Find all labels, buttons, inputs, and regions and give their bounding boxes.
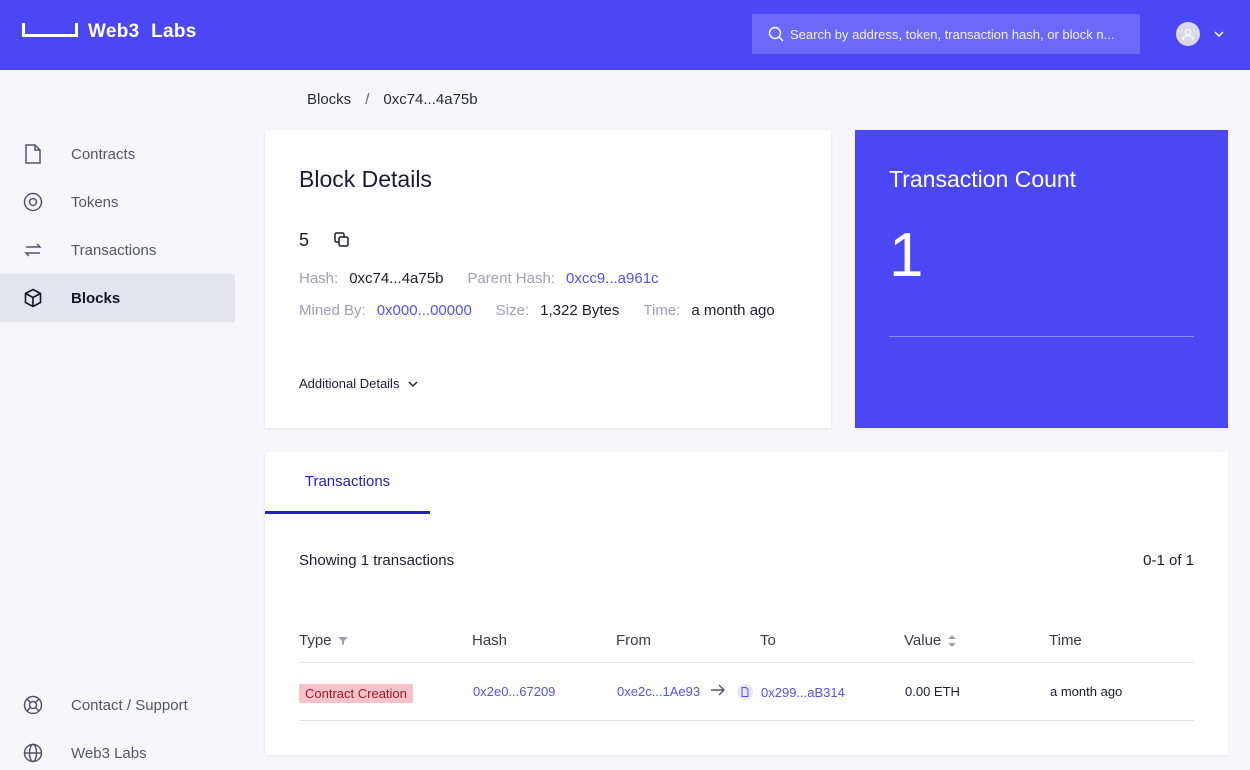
- additional-details-label: Additional Details: [299, 376, 400, 391]
- block-details-title: Block Details: [299, 166, 432, 192]
- parent-hash-link[interactable]: 0xcc9...a961c: [566, 270, 659, 287]
- row-to-link: 0x299...aB314: [761, 684, 845, 700]
- brand-name: Web3 Labs: [88, 21, 197, 42]
- mined-by-link[interactable]: 0x000...00000: [377, 302, 472, 319]
- column-header-label: To: [760, 632, 776, 649]
- time-value: a month ago: [691, 302, 775, 319]
- sidebar-item-blocks[interactable]: Blocks: [0, 274, 235, 322]
- row-value: 0.00 ETH: [905, 684, 960, 699]
- sidebar-item-web3labs[interactable]: Web3 Labs: [0, 729, 235, 770]
- document-icon: [23, 144, 43, 164]
- chevron-down-icon: [408, 381, 418, 387]
- row-to[interactable]: 0x299...aB314: [737, 684, 845, 700]
- chevron-down-icon[interactable]: [1213, 28, 1225, 40]
- mined-row: Mined By: 0x000...00000 Size: 1,322 Byte…: [299, 302, 799, 319]
- transactions-card: Transactions Showing 1 transactions 0-1 …: [265, 452, 1228, 755]
- user-icon: [1182, 28, 1194, 41]
- pagination-info: 0-1 of 1: [1143, 552, 1194, 569]
- lifebuoy-icon: [23, 695, 43, 715]
- sidebar-item-label: Contact / Support: [71, 696, 188, 714]
- sort-icon[interactable]: [947, 634, 957, 648]
- sidebar-item-label: Blocks: [71, 289, 121, 307]
- column-header-label: From: [616, 632, 651, 649]
- search-input[interactable]: Search by address, token, transaction ha…: [752, 14, 1140, 54]
- column-header-to: To: [760, 632, 776, 649]
- breadcrumb-separator: /: [365, 91, 370, 108]
- search-placeholder: Search by address, token, transaction ha…: [790, 26, 1115, 42]
- transaction-count-value: 1: [889, 221, 924, 290]
- block-number: 5: [299, 230, 310, 250]
- showing-count: Showing 1 transactions: [299, 552, 455, 569]
- hash-value: 0xc74...4a75b: [349, 270, 444, 287]
- row-type: Contract Creation: [299, 684, 413, 703]
- top-bar: Web3 Labs Search by address, token, tran…: [0, 0, 1250, 70]
- transaction-count-title: Transaction Count: [889, 166, 1077, 192]
- column-header-label: Hash: [472, 632, 508, 649]
- contract-icon: [737, 684, 753, 700]
- brand-logo[interactable]: Web3 Labs: [22, 21, 197, 43]
- sidebar-item-contracts[interactable]: Contracts: [0, 130, 235, 178]
- cube-icon: [23, 288, 43, 308]
- sidebar-item-label: Transactions: [71, 241, 157, 259]
- search-icon: [768, 26, 784, 42]
- hash-row: Hash: 0xc74...4a75b Parent Hash: 0xcc9..…: [299, 270, 683, 287]
- filter-icon[interactable]: [337, 636, 348, 646]
- column-header-label: Time: [1049, 632, 1082, 649]
- row-time: a month ago: [1050, 684, 1123, 699]
- time-label: Time:: [643, 302, 681, 319]
- column-header-value[interactable]: Value: [904, 632, 957, 649]
- token-icon: [23, 192, 43, 212]
- sidebar-item-contact-support[interactable]: Contact / Support: [0, 681, 235, 729]
- sidebar-item-label: Web3 Labs: [71, 744, 147, 762]
- mined-by-label: Mined By:: [299, 302, 366, 319]
- table-row-divider: [299, 720, 1194, 721]
- column-header-hash: Hash: [472, 632, 507, 649]
- column-header-time: Time: [1049, 632, 1082, 649]
- parent-hash-label: Parent Hash:: [467, 270, 555, 287]
- sidebar-item-transactions[interactable]: Transactions: [0, 226, 235, 274]
- sidebar-item-label: Tokens: [71, 193, 119, 211]
- column-header-from: From: [616, 632, 651, 649]
- breadcrumb-current: 0xc74...4a75b: [383, 91, 478, 108]
- globe-icon: [23, 743, 43, 763]
- arrow-right-icon: [710, 684, 726, 696]
- row-from-link[interactable]: 0xe2c...1Ae93: [617, 684, 700, 699]
- breadcrumb-blocks-link[interactable]: Blocks: [307, 91, 351, 108]
- exchange-icon: [23, 240, 43, 260]
- table-header-divider: [299, 662, 1194, 663]
- additional-details-toggle[interactable]: Additional Details: [299, 376, 419, 391]
- transaction-count-card: Transaction Count 1: [855, 130, 1228, 428]
- logo-mark-icon: [22, 23, 78, 37]
- avatar[interactable]: [1176, 22, 1200, 46]
- status-badge: Contract Creation: [299, 684, 413, 703]
- column-header-label: Value: [904, 632, 942, 649]
- copy-icon[interactable]: [333, 231, 351, 249]
- size-label: Size:: [495, 302, 530, 319]
- breadcrumb: Blocks / 0xc74...4a75b: [307, 91, 478, 108]
- hash-label: Hash:: [299, 270, 339, 287]
- size-value: 1,322 Bytes: [540, 302, 620, 319]
- tab-transactions[interactable]: Transactions: [265, 452, 430, 514]
- sidebar: Contracts Tokens Transactions Blocks Con…: [0, 70, 235, 770]
- row-hash-link[interactable]: 0x2e0...67209: [473, 684, 555, 699]
- sidebar-item-tokens[interactable]: Tokens: [0, 178, 235, 226]
- divider: [889, 336, 1194, 337]
- column-header-label: Type: [299, 632, 332, 649]
- block-details-card: Block Details 5 Hash: 0xc74...4a75b Pare…: [265, 130, 831, 428]
- column-header-type[interactable]: Type: [299, 632, 348, 649]
- sidebar-item-label: Contracts: [71, 145, 136, 163]
